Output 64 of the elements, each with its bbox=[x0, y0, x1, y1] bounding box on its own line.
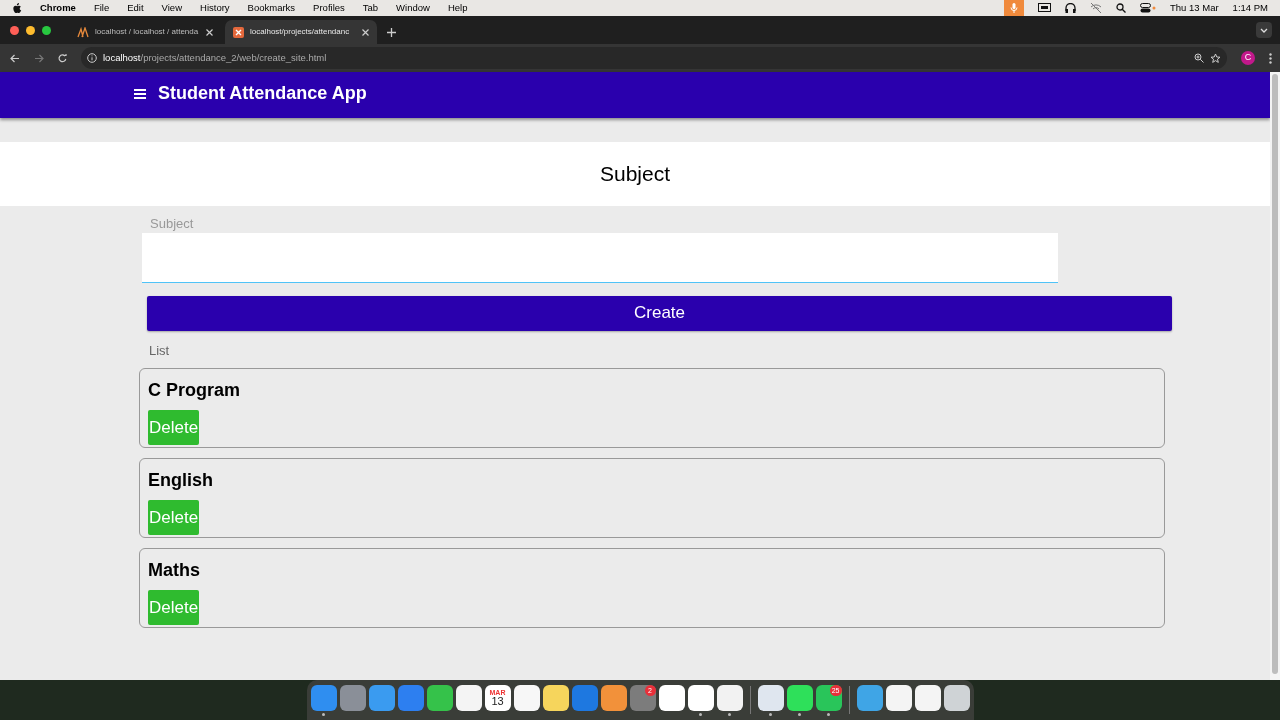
browser-tab[interactable]: localhost / localhost / attenda bbox=[69, 20, 221, 44]
wifi-off-icon[interactable] bbox=[1090, 3, 1103, 13]
app-icon[interactable] bbox=[513, 684, 540, 711]
menu-item[interactable]: View bbox=[161, 0, 182, 16]
subject-input[interactable] bbox=[142, 232, 1058, 283]
search-icon[interactable] bbox=[1116, 3, 1127, 13]
browser-tab[interactable]: localhost/projects/attendanc bbox=[225, 20, 377, 44]
trash-icon[interactable] bbox=[943, 684, 970, 711]
menu-item[interactable]: Edit bbox=[127, 0, 144, 16]
field-label: Subject bbox=[149, 215, 194, 233]
folder-icon[interactable] bbox=[856, 684, 883, 711]
menu-item[interactable]: Tab bbox=[362, 0, 379, 16]
app-icon[interactable] bbox=[542, 684, 569, 711]
app-icon[interactable] bbox=[455, 684, 482, 711]
info-icon[interactable] bbox=[87, 53, 97, 63]
menu-item[interactable]: Profiles bbox=[313, 0, 345, 16]
forward-icon[interactable] bbox=[34, 53, 44, 63]
menubar-date: Thu 13 Mar bbox=[1170, 0, 1219, 15]
reload-icon[interactable] bbox=[58, 53, 67, 63]
chevron-down-icon bbox=[1260, 27, 1268, 33]
profile-avatar[interactable]: C bbox=[1241, 51, 1255, 65]
apple-icon[interactable] bbox=[12, 2, 22, 14]
app-icon[interactable] bbox=[658, 684, 685, 711]
back-icon[interactable] bbox=[10, 53, 20, 63]
scrollbar-thumb[interactable] bbox=[1272, 74, 1278, 674]
tab-title: localhost/projects/attendanc bbox=[250, 26, 351, 38]
app-title: Student Attendance App bbox=[158, 82, 367, 105]
subject-name: English bbox=[148, 469, 213, 492]
zoom-icon[interactable] bbox=[1194, 53, 1204, 63]
app-icon[interactable] bbox=[600, 684, 627, 711]
headphones-icon[interactable] bbox=[1065, 3, 1077, 13]
calendar-day: 13 bbox=[491, 695, 504, 707]
menu-item[interactable]: Bookmarks bbox=[247, 0, 296, 16]
app-menu[interactable]: Chrome bbox=[40, 0, 76, 16]
app-icon[interactable] bbox=[426, 684, 453, 711]
menubar-clock: 1:14 PM bbox=[1232, 0, 1268, 15]
subject-name: C Program bbox=[148, 379, 241, 402]
screen-icon[interactable] bbox=[1038, 3, 1052, 13]
app-icon[interactable] bbox=[786, 684, 813, 711]
tab-search-button[interactable] bbox=[1256, 22, 1272, 38]
menu-item[interactable]: Help bbox=[447, 0, 468, 16]
window-thumbnail-icon[interactable] bbox=[885, 684, 912, 711]
menu-item[interactable]: Window bbox=[396, 0, 430, 16]
star-icon[interactable] bbox=[1210, 52, 1221, 64]
app-icon[interactable] bbox=[687, 684, 714, 711]
close-icon[interactable] bbox=[362, 28, 369, 36]
menu-item[interactable]: File bbox=[93, 0, 110, 16]
window-thumbnail-icon[interactable] bbox=[914, 684, 941, 711]
site-icon bbox=[233, 26, 244, 38]
create-button[interactable]: Create bbox=[147, 295, 1172, 331]
menu-item[interactable]: History bbox=[200, 0, 230, 16]
subject-name: Maths bbox=[148, 559, 200, 582]
tab-title: localhost / localhost / attenda bbox=[95, 26, 200, 38]
app-icon[interactable] bbox=[757, 684, 784, 711]
url-text: localhost/projects/attendance_2/web/create_site.html bbox=[103, 50, 327, 65]
list-label: List bbox=[148, 341, 170, 360]
page-heading: Subject bbox=[599, 161, 670, 188]
control-center-icon[interactable] bbox=[1140, 3, 1157, 13]
app-icon[interactable] bbox=[716, 684, 743, 711]
new-tab-icon[interactable] bbox=[387, 27, 396, 37]
address-bar[interactable]: localhost/projects/attendance_2/web/create_site.html bbox=[81, 47, 1227, 69]
menu-icon[interactable] bbox=[134, 89, 146, 99]
close-icon[interactable] bbox=[206, 28, 213, 36]
menu-icon[interactable] bbox=[1269, 52, 1272, 64]
